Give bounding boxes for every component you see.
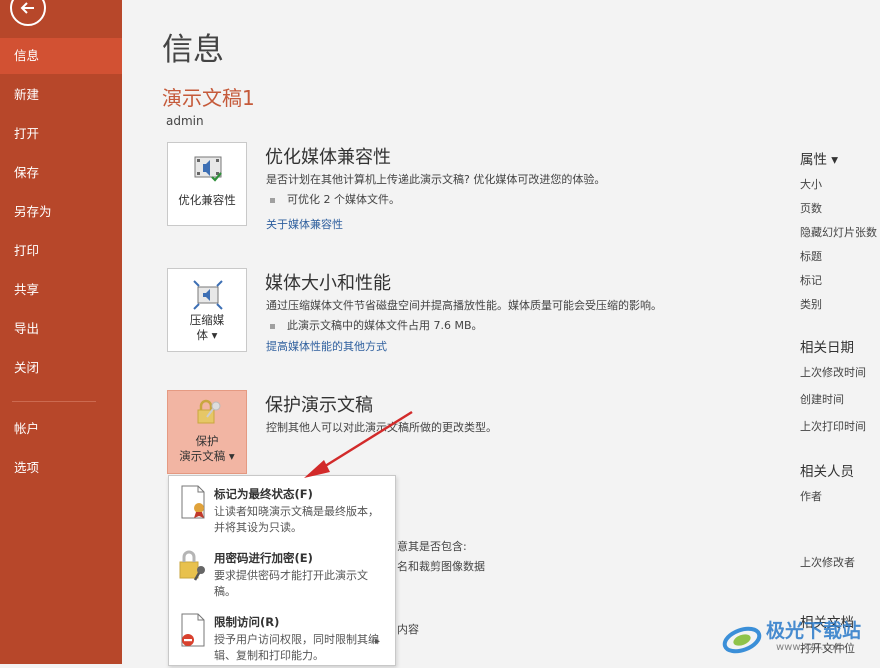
encrypt-with-password-item[interactable]: 用密码进行加密(E) 要求提供密码才能打开此演示文稿。 [169,542,395,604]
improve-media-performance-link[interactable]: 提高媒体性能的其他方式 [266,338,387,354]
inspect-bullet-line: 名和裁剪图像数据 [397,560,485,573]
compress-media-label-line1: 压缩媒 [189,313,225,327]
protect-presentation-label-line1: 保护 [195,434,219,448]
nav-divider [12,401,96,402]
mark-as-final-desc: 让读者知晓演示文稿是最终版本，并将其设为只读。 [214,505,379,534]
about-media-compatibility-link[interactable]: 关于媒体兼容性 [266,216,343,232]
submenu-arrow-icon: ▸ [375,636,381,647]
media-size-bullet-text: 此演示文稿中的媒体文件占用 7.6 MB。 [287,319,483,332]
nav-share[interactable]: 共享 [0,272,122,308]
nav-export[interactable]: 导出 [0,311,122,347]
restrict-access-icon [181,613,205,647]
author-name: admin [166,114,204,128]
backstage-sidebar: 信息 新建 打开 保存 另存为 打印 共享 导出 关闭 帐户 选项 [0,0,122,664]
prop-tags: 标记 [800,274,822,287]
section-title-compatibility: 优化媒体兼容性 [265,147,391,168]
encrypt-with-password-desc: 要求提供密码才能打开此演示文稿。 [214,569,368,598]
restrict-access-title: 限制访问(R) [214,615,280,629]
prop-last-printed: 上次打印时间 [800,420,866,433]
prop-title: 标题 [800,250,822,263]
section-title-media-size: 媒体大小和性能 [265,273,391,294]
prop-size: 大小 [800,178,822,191]
prop-category: 类别 [800,298,822,311]
nav-open[interactable]: 打开 [0,116,122,152]
back-arrow-icon [20,2,34,14]
prop-created: 创建时间 [800,393,844,406]
compress-media-label: 压缩媒 体 ▾ [168,313,246,343]
bullet-marker [270,323,275,329]
protect-presentation-menu: 标记为最终状态(F) 让读者知晓演示文稿是最终版本，并将其设为只读。 用密码进行… [168,475,396,666]
inspect-text-line1: 意其是否包含: [397,540,467,553]
encrypt-with-password-title: 用密码进行加密(E) [214,551,313,565]
nav-options[interactable]: 选项 [0,450,122,486]
section-title-protect: 保护演示文稿 [265,395,373,416]
section-desc-media-size: 通过压缩媒体文件节省磁盘空间并提高播放性能。媒体质量可能会受压缩的影响。 [266,299,662,312]
prop-pages: 页数 [800,202,822,215]
back-button[interactable] [10,0,46,26]
compress-media-button[interactable]: 压缩媒 体 ▾ [167,268,247,352]
nav-print[interactable]: 打印 [0,233,122,269]
nav-save[interactable]: 保存 [0,155,122,191]
compress-media-label-line2: 体 ▾ [196,328,218,342]
bullet-marker [270,197,275,203]
media-compatibility-icon [194,156,222,182]
optimize-compatibility-button[interactable]: 优化兼容性 [167,142,247,226]
restrict-access-item[interactable]: 限制访问(R) 授予用户访问权限，同时限制其编辑、复制和打印能力。 ▸ [169,606,395,668]
related-people-header: 相关人员 [800,464,854,480]
prop-last-modified-by: 上次修改者 [800,556,855,569]
lock-key-icon [197,399,221,424]
compatibility-bullet: 可优化 2 个媒体文件。 [270,191,400,207]
inspect-text-line3: 内容 [397,623,419,636]
watermark-swirl-icon [722,626,762,654]
prop-last-modified: 上次修改时间 [800,366,866,379]
section-desc-compatibility: 是否计划在其他计算机上传递此演示文稿? 优化媒体可改进您的体验。 [266,173,606,186]
nav-account[interactable]: 帐户 [0,411,122,447]
mark-as-final-title: 标记为最终状态(F) [214,487,313,501]
protect-presentation-label-line2: 演示文稿 ▾ [179,449,235,463]
nav-save-as[interactable]: 另存为 [0,194,122,230]
nav-new[interactable]: 新建 [0,77,122,113]
media-size-bullet: 此演示文稿中的媒体文件占用 7.6 MB。 [270,317,483,333]
mark-as-final-item[interactable]: 标记为最终状态(F) 让读者知晓演示文稿是最终版本，并将其设为只读。 [169,478,395,540]
section-desc-protect: 控制其他人可以对此演示文稿所做的更改类型。 [266,421,497,434]
watermark-url: www.xz7.com [776,642,845,653]
compatibility-bullet-text: 可优化 2 个媒体文件。 [287,193,400,206]
prop-author: 作者 [800,490,822,503]
document-title: 演示文稿1 [162,86,255,110]
lock-key-icon [179,550,205,581]
mark-as-final-icon [181,485,205,519]
nav-info[interactable]: 信息 [0,38,122,74]
properties-header[interactable]: 属性 ▾ [800,148,838,168]
protect-presentation-label: 保护 演示文稿 ▾ [168,434,246,464]
prop-hidden-slides: 隐藏幻灯片张数 [800,226,877,239]
watermark-logo: 极光下载站 www.xz7.com [720,610,880,664]
watermark-text: 极光下载站 [766,620,862,642]
compress-media-icon [193,280,223,310]
restrict-access-desc: 授予用户访问权限，同时限制其编辑、复制和打印能力。 [214,633,379,662]
page-title: 信息 [162,32,224,68]
related-dates-header: 相关日期 [800,340,854,356]
optimize-compatibility-label: 优化兼容性 [178,193,236,207]
protect-presentation-button[interactable]: 保护 演示文稿 ▾ [167,390,247,474]
nav-close[interactable]: 关闭 [0,350,122,386]
